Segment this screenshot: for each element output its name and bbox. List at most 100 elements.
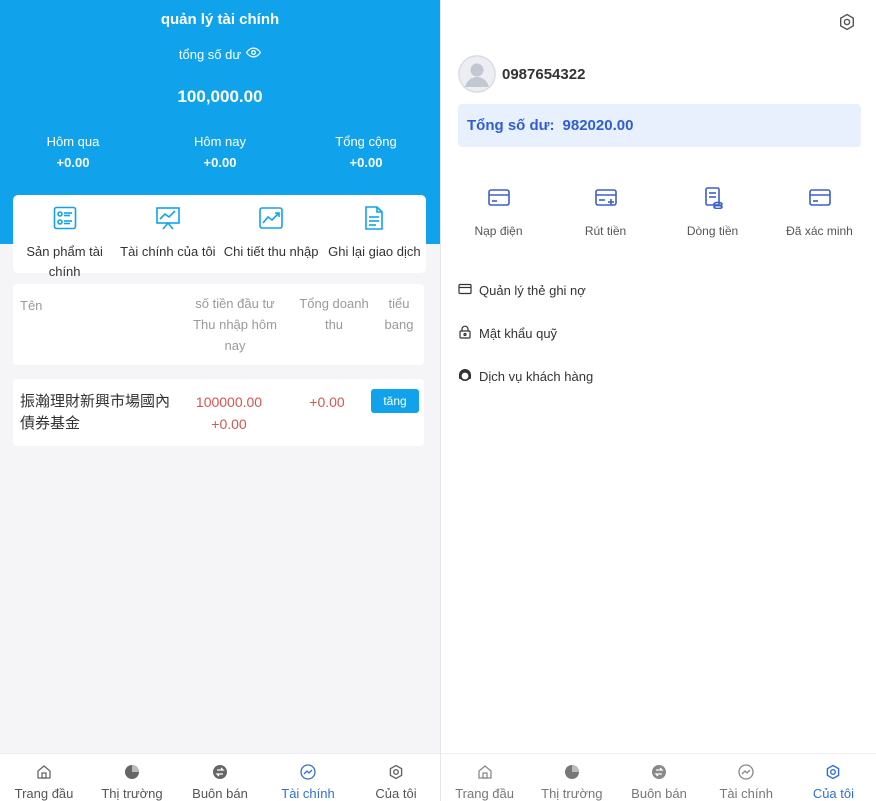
- bottom-tab-bar: Trang đầu Thị trường Buôn bán Tài chính …: [441, 753, 876, 801]
- avatar[interactable]: [458, 55, 496, 93]
- stat-label: Hôm nay: [193, 134, 247, 149]
- tab-label: Tài chính: [281, 786, 335, 801]
- account-actions: Nạp điện Rút tiền Dòng tiền Đã xác minh: [441, 187, 876, 238]
- stat-today: Hôm nay +0.00: [147, 134, 293, 170]
- stat-yesterday: Hôm qua +0.00: [0, 134, 146, 170]
- home-icon: [477, 764, 493, 783]
- column-header-status: tiểu bang: [384, 296, 414, 332]
- tab-trade[interactable]: Buôn bán: [615, 754, 702, 801]
- tab-label: Thị trường: [101, 786, 163, 801]
- tab-label: Trang đầu: [14, 786, 74, 801]
- action-label: Nạp điện: [474, 224, 523, 238]
- gear-icon: [825, 764, 841, 783]
- tab-label: Tài chính: [719, 786, 773, 801]
- table-row[interactable]: 振瀚理財新興市場國內債券基金 100000.00 +0.00 +0.00 tăn…: [13, 379, 424, 446]
- tab-home[interactable]: Trang đầu: [0, 754, 88, 801]
- balance-value: 100,000.00: [177, 87, 263, 106]
- menu-label: Quản lý thẻ ghi nợ: [479, 283, 586, 298]
- gear-icon: [388, 764, 404, 783]
- exchange-icon: [212, 764, 228, 783]
- action-label: Đã xác minh: [786, 224, 853, 238]
- tab-finance[interactable]: Tài chính: [264, 754, 352, 801]
- card-verified-icon: [808, 187, 832, 214]
- tab-home[interactable]: Trang đầu: [441, 754, 528, 801]
- column-header-investment: số tiền đầu tư Thu nhập hôm nay: [193, 296, 277, 353]
- profile-screen: 0987654322 Tổng số dư: 982020.00 Nạp điệ…: [440, 0, 876, 801]
- finance-icon: [300, 764, 316, 783]
- stat-total: Tổng cộng +0.00: [293, 134, 439, 170]
- total-revenue: +0.00: [309, 394, 345, 410]
- balance-value: 982020.00: [562, 117, 634, 134]
- tab-market[interactable]: Thị trường: [528, 754, 615, 801]
- shortcut-label: Sản phẩm tài chính: [26, 244, 103, 279]
- pie-chart-icon: [124, 764, 140, 783]
- card-withdraw-icon: [594, 187, 618, 214]
- stat-label: Tổng cộng: [335, 134, 397, 149]
- tab-label: Trang đầu: [455, 786, 514, 801]
- increase-button[interactable]: tăng: [371, 389, 419, 413]
- shortcut-my-finance[interactable]: Tài chính của tôi: [116, 195, 219, 273]
- debit-card-icon: [458, 282, 472, 299]
- tab-label: Của tôi: [375, 786, 417, 801]
- tab-mine[interactable]: Của tôi: [352, 754, 440, 801]
- menu-label: Mật khẩu quỹ: [479, 326, 558, 341]
- stat-value: +0.00: [203, 155, 237, 170]
- tab-finance[interactable]: Tài chính: [703, 754, 790, 801]
- action-deposit[interactable]: Nạp điện: [445, 187, 552, 238]
- table-header: Tên số tiền đầu tư Thu nhập hôm nay Tổng…: [13, 284, 424, 365]
- today-income: +0.00: [211, 416, 247, 432]
- stat-label: Hôm qua: [46, 134, 100, 149]
- menu-customer-service[interactable]: Dịch vụ khách hàng: [458, 368, 858, 385]
- menu-fund-password[interactable]: Mật khẩu quỹ: [458, 325, 858, 342]
- investment-amount: 100000.00: [195, 394, 263, 410]
- stat-value: +0.00: [349, 155, 383, 170]
- pie-chart-icon: [564, 764, 580, 783]
- tab-label: Buôn bán: [192, 786, 248, 801]
- product-name: 振瀚理財新興市場國內債券基金: [20, 393, 171, 432]
- card-icon: [487, 187, 511, 214]
- shortcut-income-details[interactable]: Chi tiết thu nhập: [220, 195, 323, 273]
- exchange-icon: [651, 764, 667, 783]
- action-cash-flow[interactable]: Dòng tiền: [659, 187, 766, 238]
- tab-label: Buôn bán: [631, 786, 687, 801]
- tab-label: Của tôi: [812, 786, 855, 801]
- settings-icon[interactable]: [838, 13, 856, 31]
- shortcut-label: Chi tiết thu nhập: [223, 244, 319, 259]
- shortcut-financial-products[interactable]: Sản phẩm tài chính: [13, 195, 116, 279]
- document-icon: [361, 205, 387, 236]
- shortcut-transaction-log[interactable]: Ghi lại giao dịch: [323, 195, 426, 273]
- balance-card: Tổng số dư: 982020.00: [458, 104, 861, 147]
- balance-label-row: tổng số dư: [0, 45, 440, 63]
- home-icon: [36, 764, 52, 783]
- action-label: Dòng tiền: [686, 224, 739, 238]
- finance-icon: [738, 764, 754, 783]
- stat-value: +0.00: [56, 155, 90, 170]
- eye-icon[interactable]: [245, 45, 262, 63]
- menu-debit-card[interactable]: Quản lý thẻ ghi nợ: [458, 282, 858, 299]
- shortcut-bar: Sản phẩm tài chính Tài chính của tôi Chi…: [13, 195, 426, 279]
- finance-screen: quản lý tài chính tổng số dư 100,000.00 …: [0, 0, 440, 801]
- action-label: Rút tiền: [584, 224, 627, 238]
- column-header-revenue: Tổng doanh thu: [299, 296, 369, 332]
- trend-chart-icon: [258, 205, 284, 236]
- action-verified[interactable]: Đã xác minh: [766, 187, 873, 238]
- presentation-chart-icon: [155, 205, 181, 236]
- menu-label: Dịch vụ khách hàng: [479, 369, 594, 384]
- balance-label: tổng số dư: [178, 46, 242, 62]
- tab-label: Thị trường: [541, 786, 603, 801]
- action-withdraw[interactable]: Rút tiền: [552, 187, 659, 238]
- tab-mine[interactable]: Của tôi: [790, 754, 876, 801]
- product-list-icon: [52, 205, 78, 236]
- tab-trade[interactable]: Buôn bán: [176, 754, 264, 801]
- user-phone: 0987654322: [502, 66, 586, 83]
- cash-flow-icon: [701, 187, 725, 214]
- bottom-tab-bar: Trang đầu Thị trường Buôn bán Tài chính …: [0, 753, 440, 801]
- headset-icon: [458, 368, 472, 385]
- shortcut-label: Tài chính của tôi: [120, 244, 216, 259]
- column-header-name: Tên: [20, 298, 43, 313]
- page-title: quản lý tài chính: [160, 11, 280, 28]
- balance-label: Tổng số dư:: [467, 117, 555, 134]
- shortcut-label: Ghi lại giao dịch: [328, 244, 421, 259]
- tab-market[interactable]: Thị trường: [88, 754, 176, 801]
- investment-cell: 100000.00 +0.00: [183, 391, 275, 435]
